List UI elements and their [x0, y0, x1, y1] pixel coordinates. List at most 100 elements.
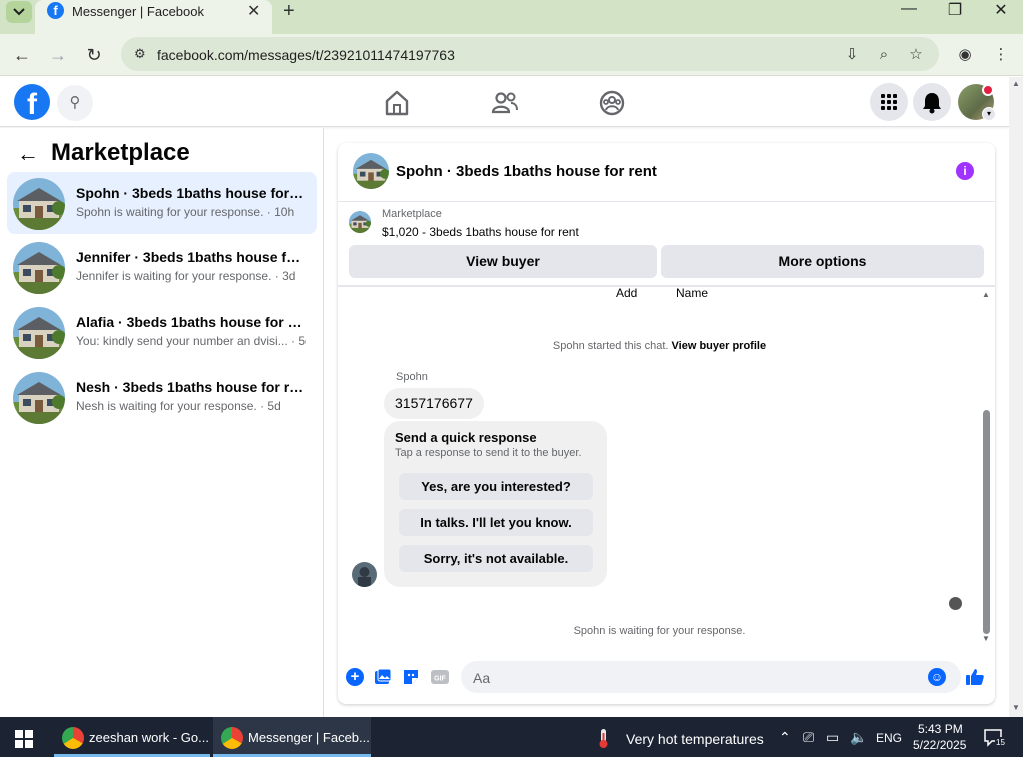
weather-text[interactable]: Very hot temperatures: [626, 731, 764, 747]
message-sender: Spohn: [396, 371, 428, 383]
facebook-favicon-icon: f: [47, 2, 64, 19]
info-icon[interactable]: i: [956, 162, 974, 180]
menu-kebab-icon[interactable]: ⋮: [989, 43, 1013, 67]
divider: [338, 285, 995, 287]
quick-response-title: Send a quick response: [395, 430, 537, 445]
menu-grid-button[interactable]: [870, 83, 908, 121]
taskbar-app-messenger[interactable]: Messenger | Faceb...: [213, 717, 371, 757]
plus-icon[interactable]: +: [346, 668, 364, 686]
chat-scrollbar-thumb[interactable]: [983, 410, 990, 634]
network-icon[interactable]: ▭: [826, 729, 839, 746]
minimize-icon[interactable]: —: [889, 0, 929, 22]
sender-avatar[interactable]: [352, 562, 377, 587]
conversation-item[interactable]: Alafia · 3beds 1baths house for rent You…: [7, 301, 317, 363]
started-text: Spohn started this chat.: [552, 340, 669, 352]
conversation-item[interactable]: Jennifer · 3beds 1baths house for r... J…: [7, 236, 317, 298]
clock-time[interactable]: 5:43 PM: [918, 722, 963, 736]
language-indicator[interactable]: ENG: [876, 731, 902, 745]
notification-count: 15: [996, 738, 1005, 747]
facebook-logo-icon[interactable]: f: [14, 84, 50, 120]
marketplace-sidebar: ← Marketplace Spohn · 3beds 1baths house…: [0, 128, 324, 717]
address-bar[interactable]: ⚙ facebook.com/messages/t/23921011474197…: [121, 37, 939, 71]
browser-toolbar: ← → ↻ ⚙ facebook.com/messages/t/23921011…: [0, 34, 1023, 76]
thumbs-up-icon[interactable]: [965, 667, 985, 687]
notifications-button[interactable]: [913, 83, 951, 121]
chevron-down-icon: [13, 8, 25, 16]
browser-tab-bar: f Messenger | Facebook ✕ + — ❐ ✕: [0, 0, 1023, 34]
listing-thumbnail: [13, 242, 65, 294]
close-window-icon[interactable]: ✕: [981, 0, 1021, 22]
install-app-icon[interactable]: ⇩: [840, 43, 864, 67]
gif-label: GIF: [434, 676, 446, 683]
page-scrollbar[interactable]: [1009, 77, 1023, 717]
listing-thumbnail: [13, 372, 65, 424]
page-scroll-up-icon[interactable]: ▲: [1012, 79, 1020, 88]
taskbar-app-label: zeeshan work - Go...: [89, 730, 209, 745]
quick-reply-button[interactable]: In talks. I'll let you know.: [399, 509, 593, 536]
chrome-icon: [221, 727, 243, 749]
profile-icon[interactable]: ◉: [953, 43, 977, 67]
taskbar-app-chrome-work[interactable]: zeeshan work - Go...: [54, 717, 210, 757]
tab-close-icon[interactable]: ✕: [247, 1, 260, 21]
forward-icon[interactable]: →: [45, 42, 71, 68]
browser-tab-active[interactable]: f Messenger | Facebook ✕: [35, 0, 272, 34]
message-input-placeholder[interactable]: Aa: [473, 670, 490, 686]
conversation-name: Jennifer · 3beds 1baths house for r...: [76, 249, 306, 265]
photo-icon[interactable]: [373, 667, 393, 687]
facebook-header: f ⚲ ▾: [0, 77, 1009, 127]
clock-date[interactable]: 5/22/2025: [913, 738, 966, 752]
conversation-item[interactable]: Spohn · 3beds 1baths house for rent Spoh…: [7, 172, 317, 234]
volume-icon[interactable]: 🔈: [850, 729, 867, 746]
conversation-preview: Spohn is waiting for your response. · 10…: [76, 205, 295, 219]
account-chevron-icon[interactable]: ▾: [982, 107, 996, 121]
site-info-icon[interactable]: ⚙: [134, 46, 146, 62]
view-buyer-profile-link[interactable]: View buyer profile: [672, 340, 767, 352]
emoji-icon[interactable]: ☺: [928, 668, 946, 686]
scroll-up-arrow-icon[interactable]: ▲: [982, 290, 990, 299]
marketplace-title: Marketplace: [51, 139, 190, 166]
home-icon[interactable]: [382, 88, 412, 118]
tab-title: Messenger | Facebook: [72, 4, 204, 19]
listing-price[interactable]: $1,020 - 3beds 1baths house for rent: [382, 225, 579, 239]
windows-start-icon[interactable]: [15, 730, 33, 748]
windows-taskbar: zeeshan work - Go... Messenger | Faceb..…: [0, 717, 1023, 757]
reload-icon[interactable]: ↻: [81, 42, 107, 68]
conversation-name: Nesh · 3beds 1baths house for rent: [76, 379, 306, 395]
quick-reply-button[interactable]: Yes, are you interested?: [399, 473, 593, 500]
url-text[interactable]: facebook.com/messages/t/2392101147419776…: [157, 47, 455, 63]
thermometer-icon[interactable]: [596, 727, 612, 749]
divider: [338, 201, 995, 202]
message-input[interactable]: Aa ☺: [461, 661, 961, 693]
message-bubble[interactable]: 3157176677: [384, 388, 484, 419]
bell-icon: [923, 93, 941, 114]
tab-search-button[interactable]: [6, 1, 32, 23]
conversation-name: Alafia · 3beds 1baths house for rent: [76, 314, 306, 330]
back-arrow-icon[interactable]: ←: [17, 141, 39, 167]
groups-icon[interactable]: [597, 88, 627, 118]
chat-listing-avatar[interactable]: [353, 153, 389, 189]
conversation-name: Spohn · 3beds 1baths house for rent: [76, 185, 306, 201]
back-icon[interactable]: ←: [9, 42, 35, 68]
maximize-icon[interactable]: ❐: [935, 0, 975, 22]
search-icon[interactable]: ⚲: [57, 85, 93, 121]
listing-thumbnail[interactable]: [349, 211, 371, 233]
quick-reply-button[interactable]: Sorry, it's not available.: [399, 545, 593, 572]
tray-chevron-up-icon[interactable]: ⌃: [779, 729, 791, 746]
notification-center-icon[interactable]: 15: [984, 728, 1006, 748]
partial-name-text: Name: [676, 286, 709, 300]
new-tab-icon[interactable]: +: [283, 0, 295, 23]
conversation-item[interactable]: Nesh · 3beds 1baths house for rent Nesh …: [7, 366, 317, 428]
zoom-icon[interactable]: ⌕: [872, 43, 896, 67]
gif-icon[interactable]: GIF: [430, 667, 450, 687]
bookmark-star-icon[interactable]: ☆: [904, 43, 928, 67]
page-scroll-down-icon[interactable]: ▼: [1012, 703, 1020, 712]
meet-now-icon[interactable]: ⎚: [803, 729, 814, 746]
listing-thumbnail: [13, 178, 65, 230]
more-options-button[interactable]: More options: [661, 245, 984, 278]
view-buyer-button[interactable]: View buyer: [349, 245, 657, 278]
sticker-icon[interactable]: [401, 667, 421, 687]
chat-title[interactable]: Spohn · 3beds 1baths house for rent: [396, 163, 657, 180]
friends-icon[interactable]: [490, 88, 520, 118]
quick-response-subtitle: Tap a response to send it to the buyer.: [395, 447, 582, 459]
scroll-down-arrow-icon[interactable]: ▼: [982, 634, 990, 643]
